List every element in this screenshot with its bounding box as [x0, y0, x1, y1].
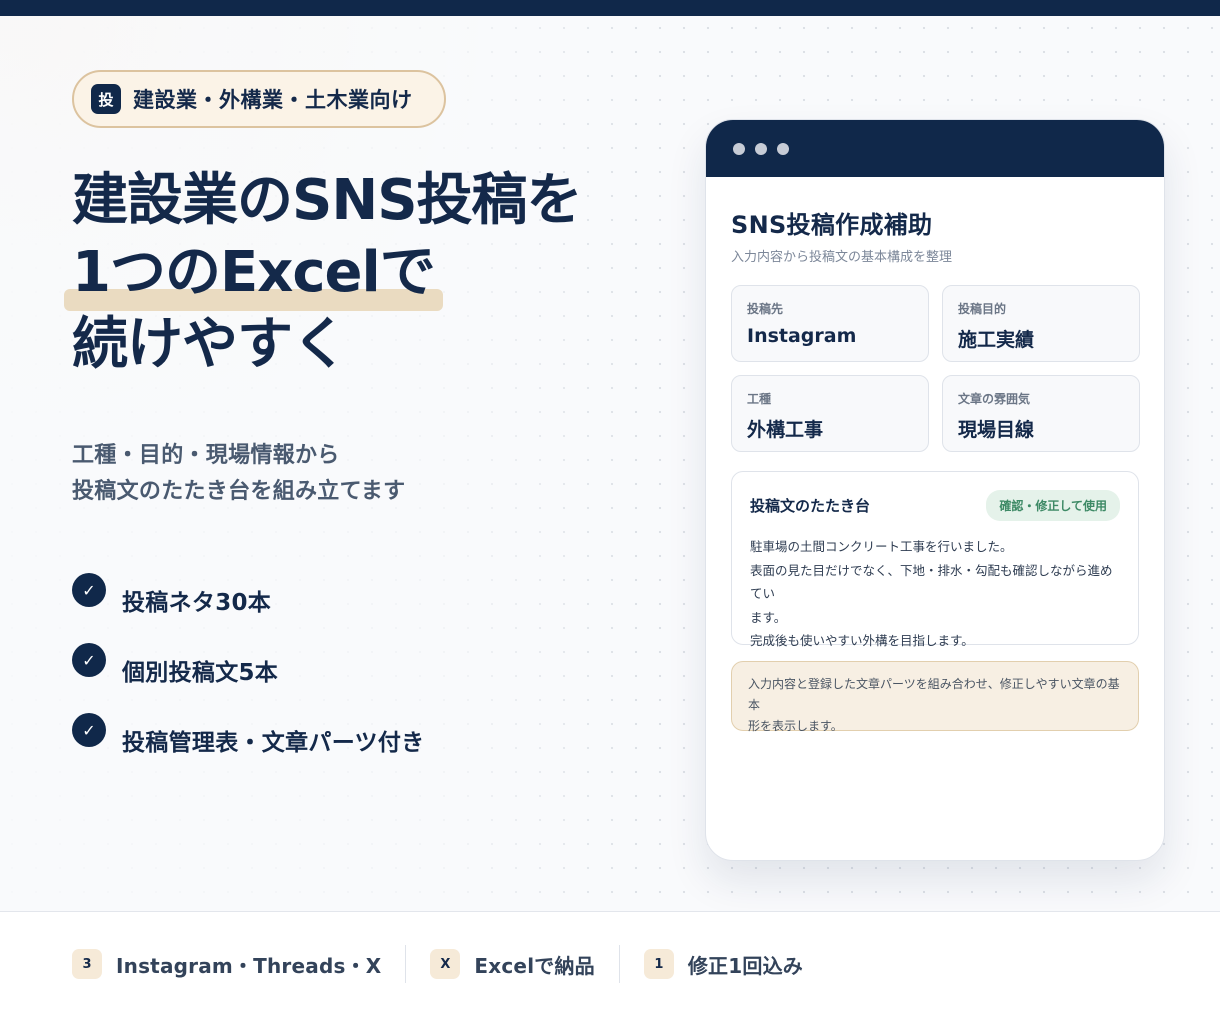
field-value: 外構工事 [747, 419, 824, 441]
footer-item-platforms: 3 Instagram・Threads・X [72, 949, 381, 979]
check-icon: ✓ [72, 573, 106, 607]
field-purpose[interactable]: 投稿目的 施工実績 [942, 285, 1140, 362]
excel-badge: X [430, 949, 461, 979]
draft-header: 投稿文のたたき台 確認・修正して使用 [750, 490, 1120, 521]
target-industry-text: 建設業・外構業・土木業向け [133, 88, 413, 112]
target-industry-badge: 投 建設業・外構業・土木業向け [72, 70, 446, 128]
draft-text: 駐車場の土間コンクリート工事を行いました。 表面の見た目だけでなく、下地・排水・… [750, 535, 1120, 653]
input-fields: 投稿先 Instagram 投稿目的 施工実績 工種 外構工事 文章の雰囲気 現… [731, 285, 1140, 452]
window-dot-icon [755, 142, 767, 155]
top-bar [0, 0, 1220, 16]
headline-line-2-wrap: 1つのExcelで [64, 237, 632, 311]
window-body: SNS投稿作成補助 入力内容から投稿文の基本構成を整理 投稿先 Instagra… [706, 177, 1164, 733]
subtext: 工種・目的・現場情報から 投稿文のたたき台を組み立てます [72, 438, 572, 510]
draft-card: 投稿文のたたき台 確認・修正して使用 駐車場の土間コンクリート工事を行いました。… [731, 471, 1139, 648]
post-icon: 投 [91, 84, 121, 114]
draft-line: 表面の見た目だけでなく、下地・排水・勾配も確認しながら進めてい [750, 562, 1113, 602]
headline: 建設業のSNS投稿を 1つのExcelで 続けやすく [64, 165, 632, 381]
footer-item-revision: 1 修正1回込み [643, 949, 803, 979]
window-subtitle: 入力内容から投稿文の基本構成を整理 [731, 250, 953, 265]
subtext-line-1: 工種・目的・現場情報から [72, 443, 340, 468]
window-title-bar [706, 120, 1164, 177]
field-label: 投稿先 [747, 302, 784, 316]
field-label: 投稿目的 [958, 302, 1007, 316]
footer-item-excel: X Excelで納品 [430, 949, 595, 979]
window-dot-icon [777, 142, 789, 155]
check-icon: ✓ [72, 713, 106, 747]
feature-label: 個別投稿文5本 [122, 660, 279, 686]
field-tone[interactable]: 文章の雰囲気 現場目線 [942, 375, 1140, 452]
count-badge: 3 [72, 949, 102, 979]
feature-list: ✓ 投稿ネタ30本 ✓ 個別投稿文5本 ✓ 投稿管理表・文章パーツ付き [72, 565, 592, 775]
subtext-line-2: 投稿文のたたき台を組み立てます [72, 479, 406, 504]
check-icon: ✓ [72, 643, 106, 677]
headline-line-1: 建設業のSNS投稿を [72, 168, 583, 233]
window-title: SNS投稿作成補助 [731, 211, 933, 239]
footer-divider [618, 945, 620, 983]
draft-line: ます。 [750, 609, 787, 625]
footer-divider [405, 945, 407, 983]
note-line: 形を表示します。 [748, 719, 843, 733]
app-preview-window: SNS投稿作成補助 入力内容から投稿文の基本構成を整理 投稿先 Instagra… [705, 119, 1165, 861]
feature-item: ✓ 投稿ネタ30本 [72, 565, 592, 635]
feature-label: 投稿管理表・文章パーツ付き [122, 730, 425, 756]
field-platform[interactable]: 投稿先 Instagram [731, 285, 929, 362]
headline-line-3: 続けやすく [72, 312, 348, 377]
note-line: 入力内容と登録した文章パーツを組み合わせ、修正しやすい文章の基本 [748, 677, 1120, 712]
field-value: 現場目線 [958, 419, 1035, 441]
field-work-type[interactable]: 工種 外構工事 [731, 375, 929, 452]
field-value: Instagram [747, 325, 857, 347]
draft-title: 投稿文のたたき台 [750, 497, 871, 515]
count-badge: 1 [643, 949, 674, 979]
feature-item: ✓ 投稿管理表・文章パーツ付き [72, 705, 592, 775]
footer-label: 修正1回込み [687, 953, 803, 978]
field-value: 施工実績 [958, 329, 1035, 351]
feature-item: ✓ 個別投稿文5本 [72, 635, 592, 705]
field-label: 文章の雰囲気 [958, 392, 1031, 406]
window-dot-icon [733, 142, 745, 155]
footer-bar: 3 Instagram・Threads・X X Excelで納品 1 修正1回込… [0, 911, 1220, 1016]
status-badge: 確認・修正して使用 [986, 490, 1120, 521]
headline-line-2: 1つのExcelで [64, 237, 443, 311]
footer-label: Instagram・Threads・X [116, 953, 382, 978]
field-label: 工種 [747, 392, 772, 406]
draft-line: 駐車場の土間コンクリート工事を行いました。 [750, 539, 1013, 554]
info-note: 入力内容と登録した文章パーツを組み合わせ、修正しやすい文章の基本 形を表示します… [731, 661, 1139, 733]
draft-line: 完成後も使いやすい外構を目指します。 [750, 633, 974, 648]
footer-label: Excelで納品 [474, 953, 595, 978]
feature-label: 投稿ネタ30本 [122, 590, 272, 616]
